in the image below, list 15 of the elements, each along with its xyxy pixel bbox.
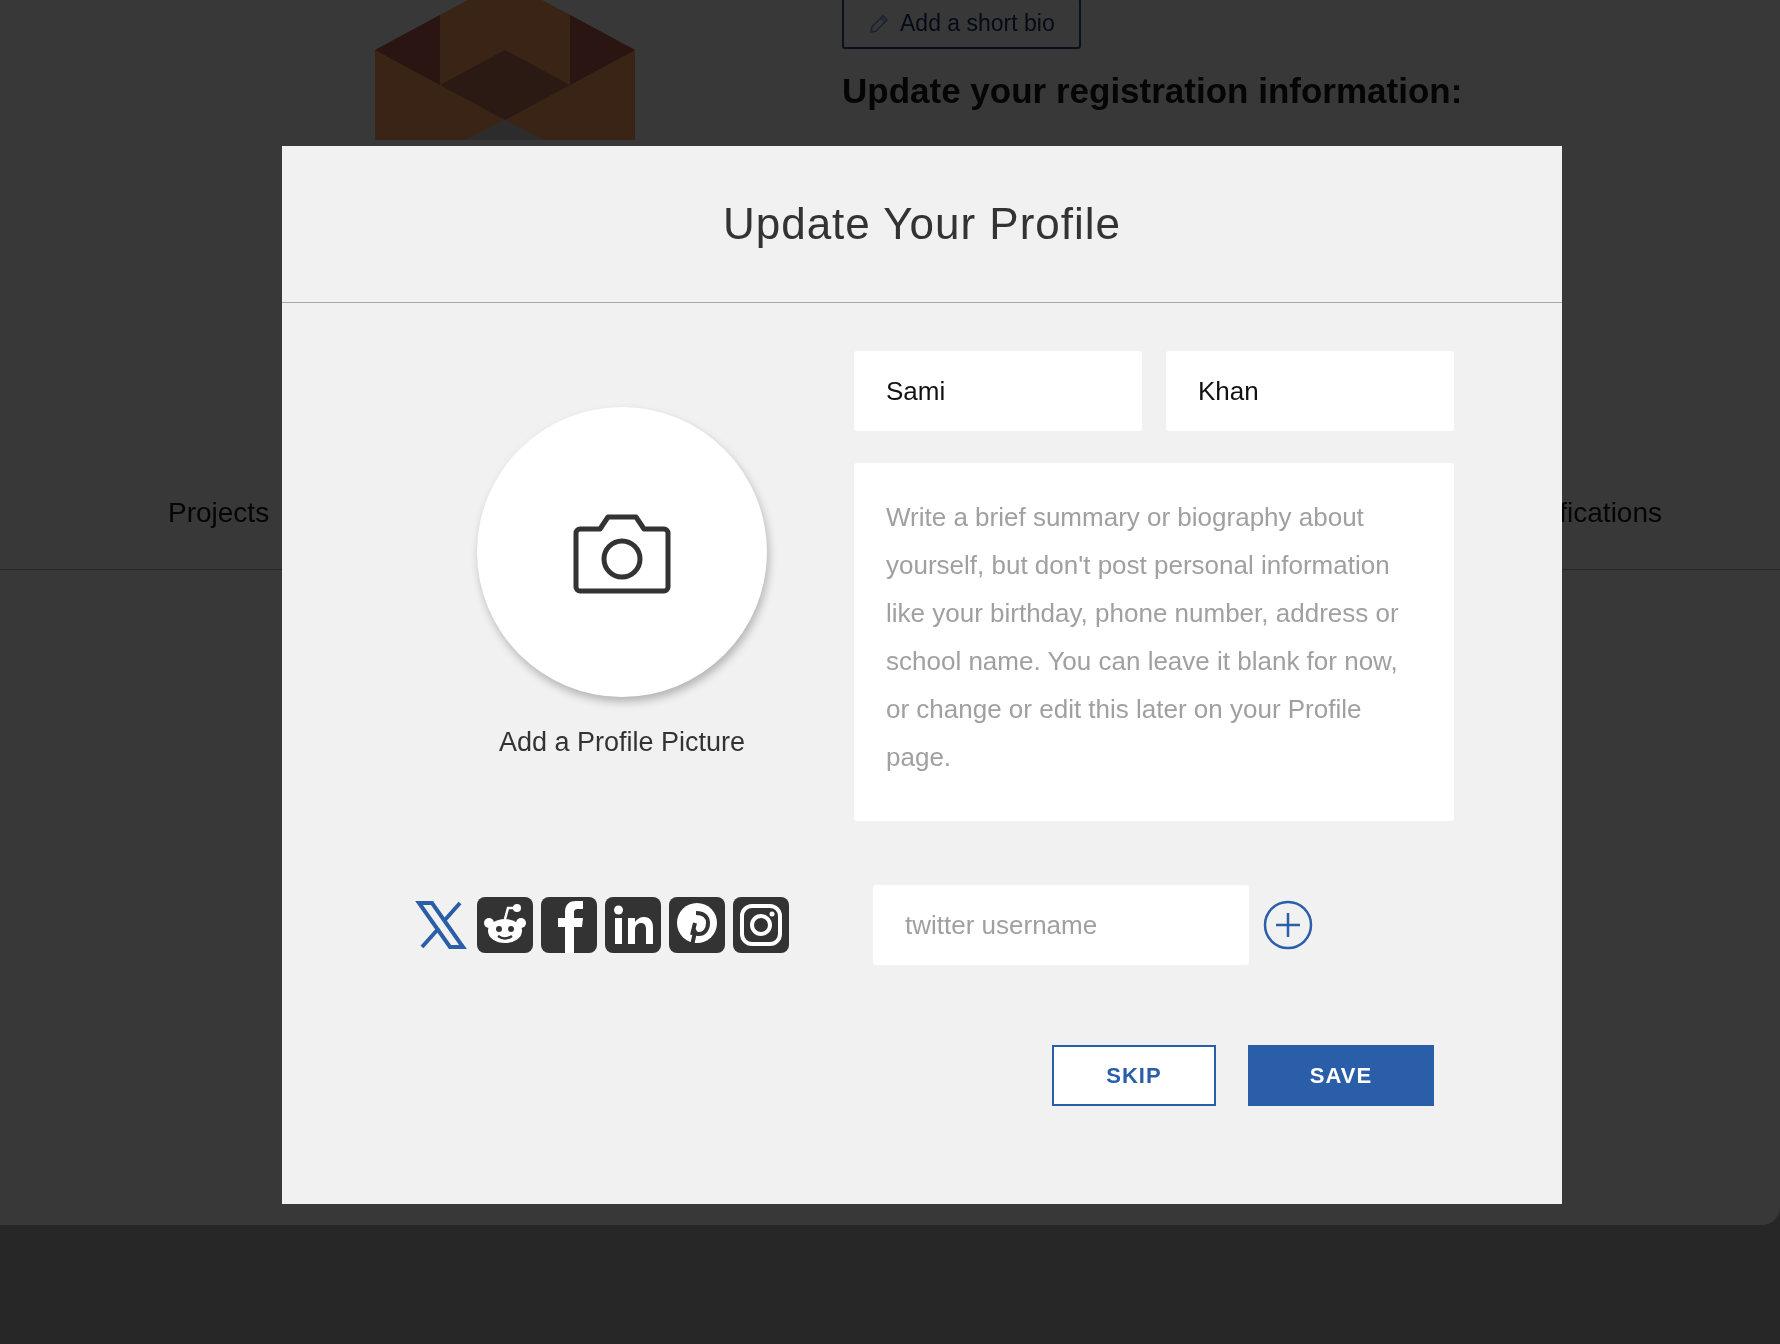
- linkedin-icon[interactable]: [605, 897, 661, 953]
- pinterest-icon[interactable]: [669, 897, 725, 953]
- add-icon[interactable]: [1263, 900, 1313, 950]
- skip-button[interactable]: SKIP: [1052, 1045, 1216, 1106]
- instagram-icon[interactable]: [733, 897, 789, 953]
- dialog-title: Update Your Profile: [722, 199, 1122, 249]
- save-button[interactable]: SAVE: [1248, 1045, 1434, 1106]
- username-field[interactable]: twitter username: [873, 885, 1249, 965]
- bio-field[interactable]: Write a brief summary or biography about yourself, but don't post personal information like your birthday, phone number, address or school name. You can leave it blank for now, or change or edit this later on your Profile page.: [854, 463, 1454, 821]
- facebook-icon[interactable]: [541, 897, 597, 953]
- first-name-field[interactable]: Sami: [854, 351, 1142, 431]
- add-picture-label: Add a Profile Picture: [498, 727, 746, 758]
- last-name-field[interactable]: Khan: [1166, 351, 1454, 431]
- pencil-icon: [868, 12, 890, 35]
- reddit-icon[interactable]: [477, 897, 533, 953]
